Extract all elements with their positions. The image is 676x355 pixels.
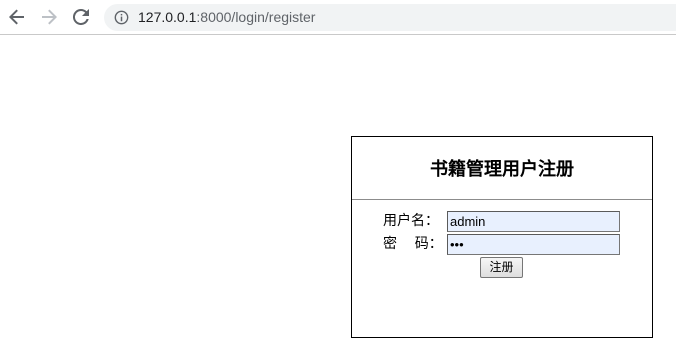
register-panel: 书籍管理用户注册 用户名： 密 码： 注册 (351, 136, 653, 338)
forward-button[interactable] (39, 7, 59, 27)
address-bar[interactable]: 127.0.0.1:8000/login/register (104, 4, 676, 31)
browser-toolbar: 127.0.0.1:8000/login/register (0, 0, 676, 35)
password-label: 密 码： (383, 236, 443, 252)
arrow-left-icon (9, 9, 24, 25)
url-host: 127.0.0.1 (138, 9, 197, 25)
url-text[interactable]: 127.0.0.1:8000/login/register (138, 9, 315, 26)
password-input[interactable] (447, 234, 620, 255)
info-icon[interactable] (114, 10, 129, 25)
register-button[interactable]: 注册 (480, 257, 523, 278)
username-label: 用户名： (383, 213, 439, 229)
back-button[interactable] (7, 7, 27, 27)
title-divider (352, 199, 652, 200)
page-title: 书籍管理用户注册 (430, 159, 574, 180)
username-input[interactable] (447, 211, 620, 232)
url-path: :8000/login/register (196, 9, 316, 25)
reload-icon (73, 9, 89, 25)
arrow-right-icon (42, 9, 57, 25)
reload-button[interactable] (71, 7, 91, 27)
